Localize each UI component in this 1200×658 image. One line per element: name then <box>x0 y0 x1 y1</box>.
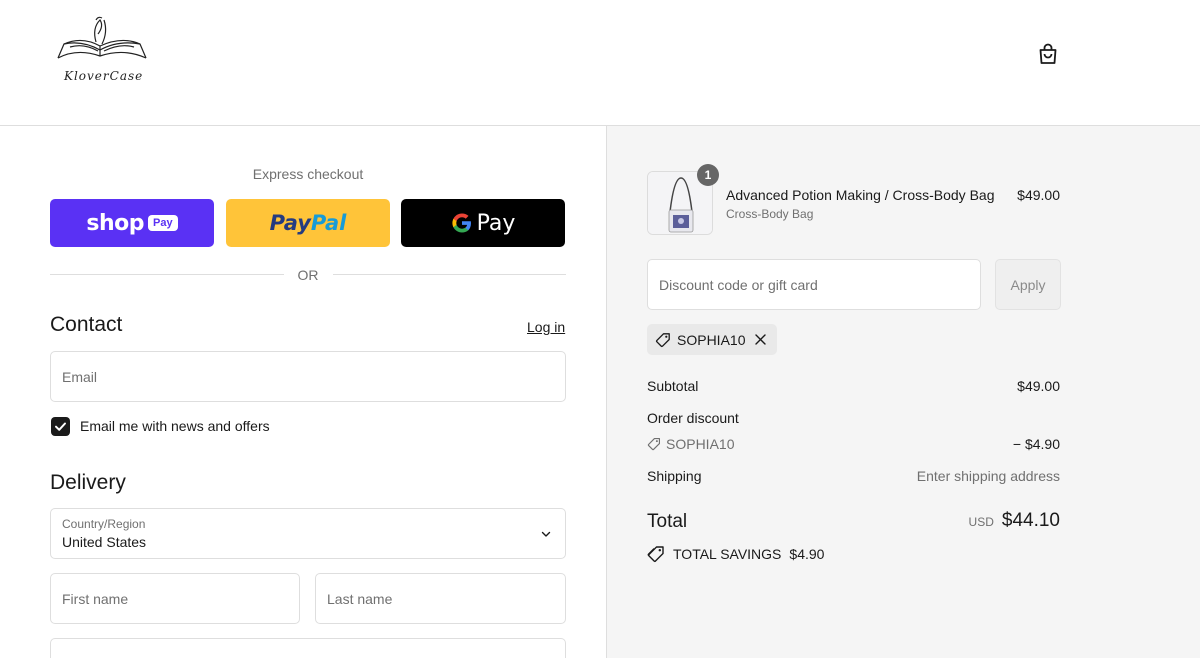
or-divider-text: OR <box>297 267 319 283</box>
applied-discount-chip: SOPHIA10 <box>647 324 778 355</box>
savings-tag-icon <box>647 546 664 562</box>
shipping-value: Enter shipping address <box>916 468 1060 484</box>
total-savings: TOTAL SAVINGS $4.90 <box>647 545 824 563</box>
subtotal-value: $49.00 <box>1017 378 1060 394</box>
express-checkout-title: Express checkout <box>252 166 364 182</box>
newsletter-checkbox[interactable] <box>51 417 70 436</box>
savings-value: $4.90 <box>789 546 825 562</box>
remove-code-close-icon[interactable] <box>754 333 767 346</box>
total-label: Total <box>647 511 688 532</box>
applied-code-text: SOPHIA10 <box>677 331 746 348</box>
product-variant: Cross-Body Bag <box>726 207 814 221</box>
log-in-link[interactable]: Log in <box>527 319 565 335</box>
divider-left <box>50 274 284 275</box>
chevron-down-icon <box>541 531 551 537</box>
google-pay-wordmark: Pay <box>476 210 516 236</box>
checkmark-icon <box>55 422 66 431</box>
address-field[interactable] <box>50 638 566 658</box>
first-name-field[interactable] <box>50 573 300 624</box>
tag-icon <box>655 332 670 347</box>
discount-value: − $4.90 <box>1012 436 1060 452</box>
shipping-label: Shipping <box>647 468 702 484</box>
discount-code-row: SOPHIA10 <box>647 436 734 452</box>
country-select[interactable]: Country/Region United States <box>50 508 566 559</box>
checkout-form: Express checkout shop Pay PayPal Pay OR … <box>0 126 606 658</box>
delivery-title: Delivery <box>50 471 126 494</box>
quantity-badge: 1 <box>697 164 719 186</box>
last-name-field[interactable] <box>315 573 566 624</box>
paypal-button[interactable]: PayPal <box>226 199 390 247</box>
shop-pay-wordmark: shop <box>86 210 145 236</box>
currency-code: USD <box>968 515 994 529</box>
first-name-input[interactable] <box>51 574 299 623</box>
shop-pay-badge: Pay <box>148 215 178 231</box>
email-input[interactable] <box>51 352 565 401</box>
store-logo[interactable]: KloverCase <box>52 14 152 92</box>
order-summary: 1 Advanced Potion Making / Cross-Body Ba… <box>606 126 1200 658</box>
email-field[interactable] <box>50 351 566 402</box>
total-value: USD $44.10 <box>969 510 1060 532</box>
open-book-icon <box>57 16 147 59</box>
contact-title: Contact <box>50 313 123 336</box>
google-g-icon <box>452 213 471 233</box>
shopping-bag-icon[interactable] <box>1036 42 1060 66</box>
paypal-wordmark: PayPal <box>269 211 347 235</box>
discount-code-field[interactable] <box>647 259 981 310</box>
logo-text: KloverCase <box>64 69 144 83</box>
discount-code-name: SOPHIA10 <box>666 436 735 452</box>
savings-label: TOTAL SAVINGS <box>673 546 782 562</box>
divider-right <box>333 274 566 275</box>
tag-icon <box>647 438 660 451</box>
last-name-input[interactable] <box>316 574 565 623</box>
product-price: $49.00 <box>1017 187 1060 203</box>
subtotal-label: Subtotal <box>647 378 699 394</box>
product-name: Advanced Potion Making / Cross-Body Bag <box>726 187 995 203</box>
header: KloverCase <box>0 0 1200 126</box>
total-amount: $44.10 <box>1001 510 1060 531</box>
country-label: Country/Region <box>62 517 146 531</box>
order-discount-label: Order discount <box>647 410 739 426</box>
newsletter-label: Email me with news and offers <box>80 418 270 434</box>
shop-pay-button[interactable]: shop Pay <box>50 199 214 247</box>
discount-code-input[interactable] <box>648 260 980 309</box>
country-value: United States <box>62 534 147 550</box>
google-pay-button[interactable]: Pay <box>401 199 565 247</box>
apply-button[interactable]: Apply <box>995 259 1061 310</box>
